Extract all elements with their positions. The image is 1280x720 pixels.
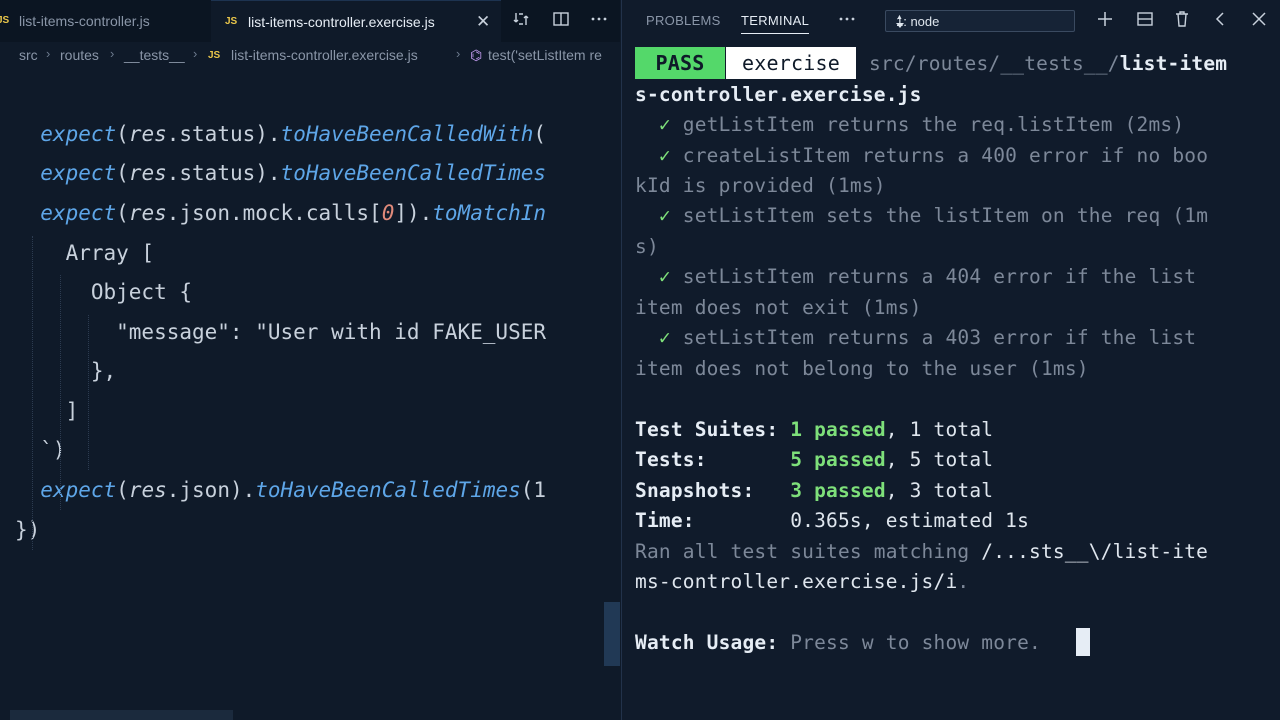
ran-all-line: Ran all test suites matching /...sts__\/… [635, 540, 1209, 563]
code-line: expect(res.status).toHaveBeenCalledWith( [15, 122, 547, 146]
test-file-path: src/routes/__tests__/list-item [869, 52, 1228, 75]
tab-terminal[interactable]: TERMINAL [741, 13, 810, 34]
summary-time: Time: 0.365s, estimated 1s [635, 509, 1030, 532]
breadcrumb-routes[interactable]: routes [60, 47, 99, 63]
breadcrumb-src[interactable]: src [19, 47, 38, 63]
test-result-cont: kId is provided (1ms) [635, 174, 886, 197]
test-result: ✓ getListItem returns the req.listItem (… [658, 113, 1185, 136]
more-actions-icon[interactable] [590, 10, 608, 32]
ran-all-line-cont: ms-controller.exercise.js/i. [635, 570, 970, 593]
test-result-cont: item does not exit (1ms) [635, 296, 922, 319]
code-line: ] [15, 399, 79, 423]
chevron-right-icon: › [110, 46, 115, 61]
tab-list-items-controller[interactable]: JS list-items-controller.js [0, 0, 210, 42]
chevron-down-icon [896, 23, 904, 28]
symbol-icon: ⌬ [470, 47, 483, 63]
js-file-icon: JS [208, 50, 221, 61]
chevron-right-icon: › [46, 46, 51, 61]
pass-badge: PASS [635, 47, 725, 79]
test-result: ✓ createListItem returns a 400 error if … [658, 144, 1209, 167]
close-tab-icon[interactable]: ✕ [476, 12, 490, 32]
chevron-left-icon[interactable] [1212, 10, 1230, 32]
terminal-cursor [1076, 628, 1090, 656]
more-icon[interactable] [838, 10, 856, 32]
breadcrumb-symbol[interactable]: test('setListItem re [488, 47, 602, 63]
summary-test-suites: Test Suites: 1 passed, 1 total [635, 418, 994, 441]
code-line: expect(res.status).toHaveBeenCalledTimes [15, 161, 547, 185]
editor-pane: JS list-items-controller.js JS list-item… [0, 0, 620, 720]
terminal-select[interactable]: 1: node ▲ [885, 10, 1075, 32]
code-line: Object { [15, 280, 193, 304]
code-line: }) [15, 518, 41, 542]
code-line: Array [ [15, 241, 155, 265]
compare-changes-icon[interactable] [512, 10, 530, 32]
code-line: }, [15, 359, 117, 383]
breadcrumb-tests[interactable]: __tests__ [124, 47, 185, 63]
add-icon[interactable] [1096, 10, 1114, 32]
code-line: `) [15, 438, 66, 462]
summary-tests: Tests: 5 passed, 5 total [635, 448, 994, 471]
close-icon[interactable] [1250, 10, 1268, 32]
breadcrumb: src › routes › __tests__ › JS list-items… [0, 42, 620, 70]
code-line: expect(res.json).toHaveBeenCalledTimes(1 [15, 478, 547, 502]
indent-guide [88, 315, 89, 470]
split-editor-icon[interactable] [552, 10, 570, 32]
vertical-scrollbar[interactable] [604, 602, 620, 666]
test-result: ✓ setListItem returns a 404 error if the… [658, 265, 1197, 288]
test-result: ✓ setListItem returns a 403 error if the… [658, 326, 1197, 349]
tab-label: list-items-controller.js [19, 13, 150, 29]
summary-snapshots: Snapshots: 3 passed, 3 total [635, 479, 994, 502]
breadcrumb-file[interactable]: list-items-controller.exercise.js [231, 47, 418, 63]
js-file-icon: JS [225, 16, 238, 27]
chevron-up-icon: ▲ [896, 14, 903, 21]
test-result-cont: s) [635, 235, 659, 258]
editor-tab-bar: JS list-items-controller.js JS list-item… [0, 0, 620, 43]
js-file-icon: JS [0, 15, 10, 26]
chevron-right-icon: › [193, 46, 198, 61]
test-result: ✓ setListItem sets the listItem on the r… [658, 204, 1209, 227]
trash-icon[interactable] [1173, 10, 1191, 32]
panel-tab-bar: PROBLEMS TERMINAL 1: node ▲ [622, 0, 1280, 42]
tab-label: list-items-controller.exercise.js [248, 14, 435, 30]
chevron-right-icon: › [456, 46, 461, 61]
code-line: "message": "User with id FAKE_USER [15, 320, 547, 344]
terminal-panel: PROBLEMS TERMINAL 1: node ▲ PASS exercis… [621, 0, 1280, 720]
test-file-path-cont: s-controller.exercise.js [635, 83, 922, 106]
horizontal-scrollbar[interactable] [10, 710, 233, 720]
tab-list-items-controller-exercise[interactable]: JS list-items-controller.exercise.js ✕ [211, 0, 501, 43]
exercise-badge: exercise [726, 47, 856, 79]
tab-problems[interactable]: PROBLEMS [646, 13, 721, 28]
split-icon[interactable] [1136, 10, 1154, 32]
watch-usage: Watch Usage: Press w to show more. [635, 631, 1041, 654]
indent-guide [60, 275, 61, 510]
test-result-cont: item does not belong to the user (1ms) [635, 357, 1089, 380]
indent-guide [32, 236, 33, 550]
code-line: expect(res.json.mock.calls[0]).toMatchIn [15, 201, 547, 225]
